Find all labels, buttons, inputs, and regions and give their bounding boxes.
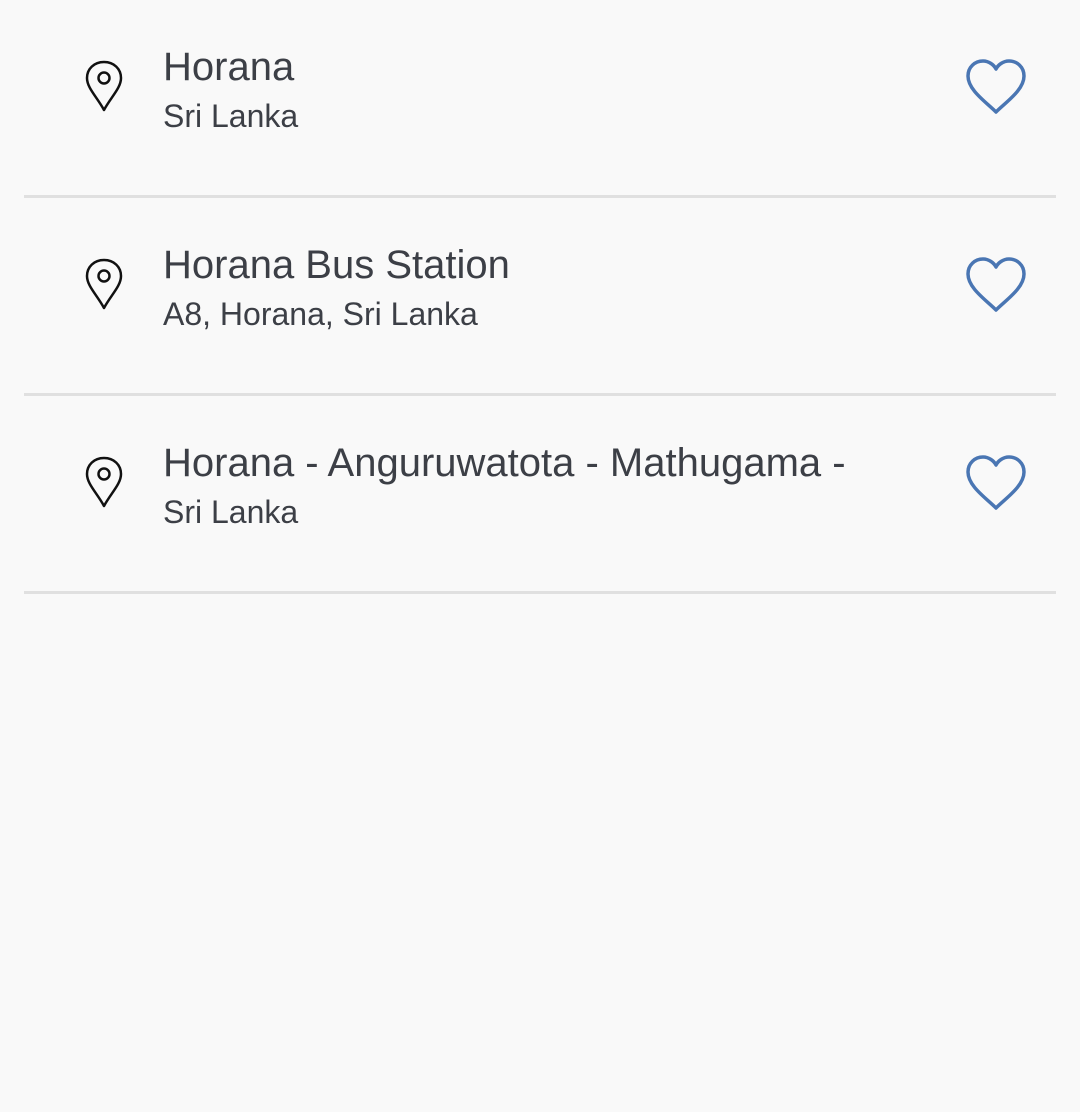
place-title: Horana Bus Station — [163, 243, 510, 287]
place-text: Horana Bus Station A8, Horana, Sri Lanka — [163, 240, 876, 334]
place-text: Horana - Anguruwatota - Mathugama - Sri … — [163, 438, 876, 532]
place-subtitle: A8, Horana, Sri Lanka — [163, 296, 478, 332]
favorite-heart-icon[interactable] — [964, 454, 1028, 512]
list-item[interactable]: Horana - Anguruwatota - Mathugama - Sri … — [24, 396, 1056, 594]
list-item[interactable]: Horana Bus Station A8, Horana, Sri Lanka — [24, 198, 1056, 396]
search-results-list: Horana Sri Lanka Horana Bus Station A8, … — [0, 0, 1080, 594]
location-pin-icon — [84, 258, 124, 310]
place-title: Horana - Anguruwatota - Mathugama - — [163, 441, 846, 485]
location-pin-icon — [84, 456, 124, 508]
place-subtitle: Sri Lanka — [163, 494, 299, 530]
place-subtitle: Sri Lanka — [163, 98, 299, 134]
place-title: Horana — [163, 45, 295, 89]
location-pin-icon — [84, 60, 124, 112]
place-text: Horana Sri Lanka — [163, 42, 876, 136]
favorite-heart-icon[interactable] — [964, 256, 1028, 314]
list-item[interactable]: Horana Sri Lanka — [24, 0, 1056, 198]
favorite-heart-icon[interactable] — [964, 58, 1028, 116]
